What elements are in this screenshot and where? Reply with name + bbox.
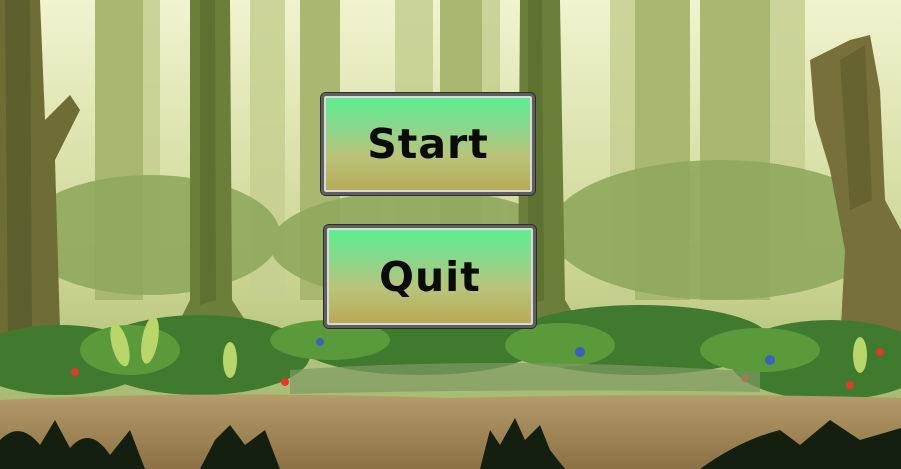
game-scene: Start Quit — [0, 0, 901, 469]
quit-button-label: Quit — [379, 252, 481, 301]
start-button[interactable]: Start — [321, 93, 535, 195]
start-button-label: Start — [367, 120, 489, 168]
quit-button[interactable]: Quit — [324, 225, 536, 328]
